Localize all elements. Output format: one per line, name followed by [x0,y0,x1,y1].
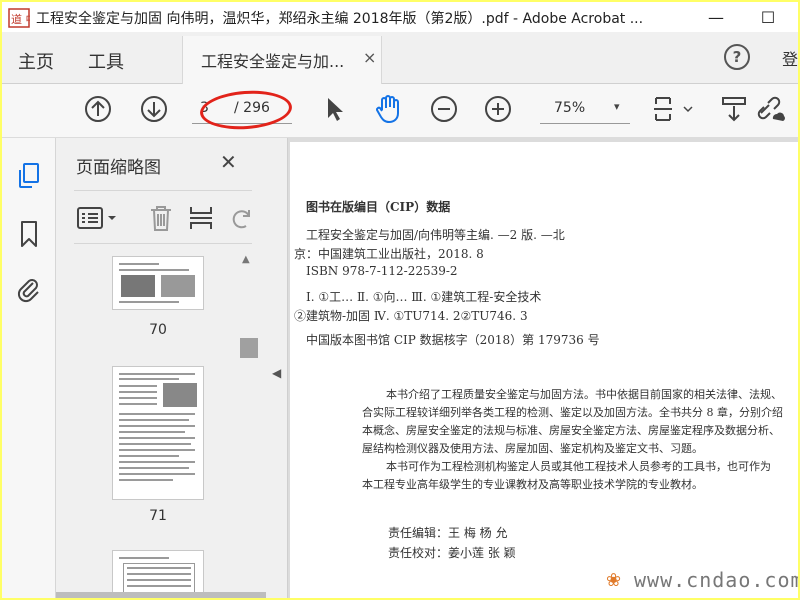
watermark-text: www.cndao.com [634,568,798,592]
cip-line: Ⅰ. ①工… Ⅱ. ①向… Ⅲ. ①建筑工程-安全技术 [306,290,542,304]
collapse-arrow-icon[interactable]: ◀ [272,366,281,380]
tab-bar: 主页 工具 工程安全鉴定与加... × ? 登 [2,32,798,84]
summary-line: 本概念、房屋安全鉴定的法规与标准、房屋安全鉴定方法、房屋鉴定程序及数据分析、 [362,424,780,437]
document-tab-label: 工程安全鉴定与加... [201,52,345,71]
select-cursor-icon[interactable] [318,93,350,125]
tab-document[interactable]: 工程安全鉴定与加... × [182,36,382,84]
attachments-icon[interactable] [13,274,45,306]
cip-line: ISBN 978-7-112-22539-2 [306,264,458,278]
watermark-flower-icon: ❀ [606,570,622,591]
summary-line: 本书可作为工程检测机构鉴定人员或其他工程技术人员参考的工具书，也可作为 [386,460,771,473]
chevron-down-icon: ▾ [614,100,620,113]
page-thumbnails-pane: 页面缩略图 ✕ 70 71 ▲ [56,138,266,598]
main-toolbar: 3 / 296 75% ▾ [2,84,798,138]
watermark-logo-text: 道 中 网 [11,12,30,26]
maximize-button[interactable]: ☐ [748,2,788,32]
share-link-icon[interactable] [754,93,786,125]
summary-line: 合实际工程较详细列举各类工程的检测、鉴定以及加固方法。全书共分 8 章，分别介绍 [362,406,783,419]
tab-tools[interactable]: 工具 [88,48,124,74]
summary-line: 本工程专业高年级学生的专业课教材及高等职业技术学院的专业教材。 [362,478,703,491]
close-pane-button[interactable]: ✕ [220,150,237,174]
scroll-up-icon[interactable]: ▲ [242,254,250,265]
close-tab-button[interactable]: × [363,48,376,67]
cip-line: 工程安全鉴定与加固/向伟明等主编. —2 版. —北 [306,228,565,242]
page-thumbnails-icon[interactable] [13,160,45,192]
summary-line: 本书介绍了工程质量安全鉴定与加固方法。书中依据目前国家的相关法律、法规、 [386,388,782,401]
rotate-page-icon[interactable] [226,203,256,233]
insert-page-icon[interactable] [186,203,216,233]
cip-line: ②建筑物-加固 Ⅳ. ①TU714. 2②TU746. 3 [294,309,528,323]
collapse-pane-strip[interactable]: ◀ [266,138,288,598]
proofreader-line: 责任校对：姜小莲 张 颖 [388,546,516,560]
help-button[interactable]: ? [724,44,750,70]
thumbnail-page-71[interactable] [112,366,204,500]
thumbnail-scrollbar[interactable]: ▲ [238,254,260,594]
zoom-value: 75% [554,100,586,116]
document-page: 图书在版编目（CIP）数据 工程安全鉴定与加固/向伟明等主编. —2 版. —北… [290,142,798,598]
cip-heading: 图书在版编目（CIP）数据 [306,200,451,214]
summary-line: 屋结构检测仪器及使用方法、房屋加固、鉴定机构及鉴定文书、习题。 [362,442,703,455]
thumbnail-page-number: 70 [149,322,167,338]
zoom-out-icon[interactable] [428,93,460,125]
thumbnail-page-72[interactable] [112,550,204,598]
pane-title: 页面缩略图 [76,158,161,178]
hand-tool-icon[interactable] [372,93,404,125]
editor-line: 责任编辑：王 梅 杨 允 [388,526,508,540]
scroll-mode-icon[interactable] [718,93,750,125]
pane-toolbar [74,190,252,244]
document-viewer: ◀ 图书在版编目（CIP）数据 工程安全鉴定与加固/向伟明等主编. —2 版. … [266,138,798,598]
options-menu-icon[interactable] [76,203,120,233]
window-title: 工程安全鉴定与加固 向伟明，温炽华，郑绍永主编 2018年版（第2版）.pdf … [36,11,644,27]
left-navigation-rail [2,138,56,598]
acrobat-window: 道 中 网 工程安全鉴定与加固 向伟明，温炽华，郑绍永主编 2018年版（第2版… [2,2,798,598]
thumbnail-page-number: 71 [149,508,167,524]
delete-page-icon[interactable] [146,203,176,233]
cip-line: 中国版本图书馆 CIP 数据核字（2018）第 179736 号 [306,333,600,347]
next-page-icon[interactable] [138,93,170,125]
thumbnail-page-70[interactable] [112,256,204,310]
title-bar: 道 中 网 工程安全鉴定与加固 向伟明，温炽华，郑绍永主编 2018年版（第2版… [2,2,798,32]
page-display-icon[interactable] [650,93,698,125]
bookmarks-icon[interactable] [13,218,45,250]
cip-line: 京：中国建筑工业出版社，2018. 8 [294,247,484,261]
tab-home[interactable]: 主页 [18,48,54,74]
zoom-in-icon[interactable] [482,93,514,125]
signin-button[interactable]: 登 [782,46,798,70]
minimize-button[interactable]: — [696,2,736,32]
thumbnail-scrollbar-thumb[interactable] [240,338,258,358]
zoom-selector[interactable]: 75% ▾ [540,94,630,124]
watermark-logo-icon: 道 中 网 [8,8,51,28]
thumbnail-horizontal-scrollbar[interactable] [56,592,266,598]
previous-page-icon[interactable] [82,93,114,125]
